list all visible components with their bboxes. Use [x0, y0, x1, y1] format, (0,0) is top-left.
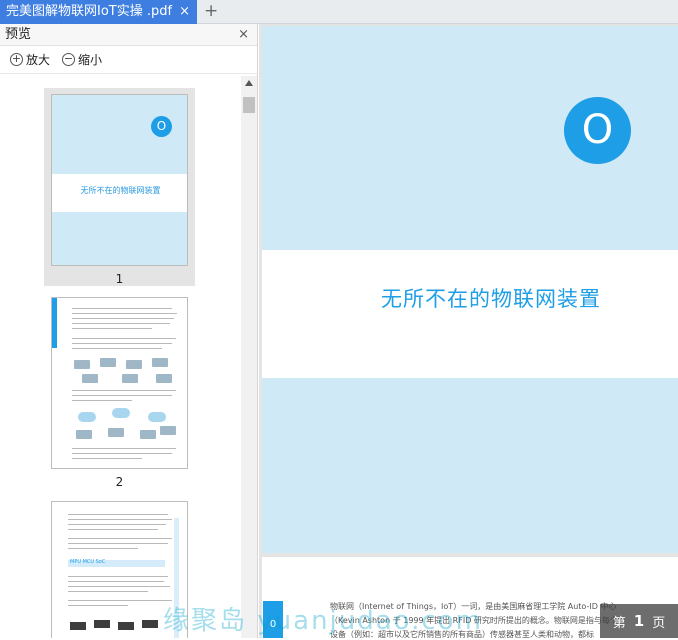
text-line	[68, 605, 128, 606]
text-line	[68, 543, 168, 544]
thumbnail-page-2-number: 2	[115, 475, 124, 489]
text-line	[68, 524, 166, 525]
cloud-illustration	[148, 412, 166, 422]
chip-illustration	[70, 622, 86, 630]
text-line	[72, 348, 162, 349]
text-line	[72, 313, 177, 314]
cloud-illustration	[78, 412, 96, 422]
scroll-up-icon[interactable]	[245, 80, 253, 86]
thumbnail-list: O 无所不在的物联网装置 1 2 MPU MCU SoC	[0, 76, 240, 638]
document-tab[interactable]: 完美图解物联网IoT实操 .pdf ×	[0, 0, 197, 24]
device-illustration	[100, 358, 116, 367]
text-line	[72, 390, 176, 391]
device-illustration	[82, 374, 98, 383]
close-tab-icon[interactable]: ×	[179, 0, 190, 24]
section-heading-label: MPU MCU SoC	[70, 559, 106, 565]
chip-illustration	[118, 622, 134, 630]
page2-side-strip	[52, 298, 57, 348]
device-illustration	[74, 360, 90, 369]
text-line	[72, 338, 176, 339]
zoom-in-label: 放大	[26, 53, 51, 67]
device-illustration	[76, 430, 92, 439]
document-tab-title: 完美图解物联网IoT实操 .pdf	[6, 4, 173, 19]
text-line	[72, 400, 132, 401]
device-illustration	[152, 358, 168, 367]
sidebar-header: 预览 ×	[0, 24, 257, 46]
text-line	[68, 576, 168, 577]
watermark: 缘聚岛 yuanjudao.com	[163, 606, 483, 636]
device-illustration	[156, 374, 172, 383]
text-line	[72, 395, 172, 396]
text-line	[68, 586, 170, 587]
text-line	[68, 514, 168, 515]
close-sidebar-icon[interactable]: ×	[238, 24, 249, 46]
new-tab-icon[interactable]: +	[204, 0, 218, 22]
thumbnail-page-2[interactable]	[51, 297, 188, 469]
zoom-in-button[interactable]: + 放大	[10, 51, 50, 68]
device-illustration	[140, 430, 156, 439]
text-line	[68, 591, 148, 592]
page1-thumbnail-title: 无所不在的物联网装置	[80, 186, 161, 195]
device-illustration	[126, 360, 142, 369]
zoom-out-icon: −	[62, 52, 76, 66]
document-view[interactable]: O 无所不在的物联网装置 物联网（Internet of Things，IoT）…	[259, 24, 678, 639]
page-indicator: 第 1 页	[600, 604, 678, 638]
text-line	[72, 453, 172, 454]
text-line	[72, 308, 172, 309]
page1-badge-icon: O	[151, 116, 172, 137]
thumbnail-scrollbar[interactable]	[241, 76, 257, 638]
text-line	[68, 581, 164, 582]
chip-illustration	[94, 620, 110, 628]
page-indicator-suffix: 页	[652, 615, 666, 631]
page-indicator-prefix: 第	[612, 615, 626, 631]
text-line	[72, 448, 176, 449]
tab-bar: 完美图解物联网IoT实操 .pdf × +	[0, 0, 678, 24]
scrollbar-thumb[interactable]	[243, 97, 255, 113]
cloud-illustration	[112, 408, 130, 418]
text-line	[72, 323, 170, 324]
zoom-toolbar: + 放大 − 缩小	[0, 46, 257, 74]
chapter-title: 无所不在的物联网装置	[381, 287, 601, 311]
document-page-1: O 无所不在的物联网装置	[262, 26, 678, 553]
text-line	[68, 538, 172, 539]
thumbnail-page-1-number: 1	[115, 272, 124, 286]
text-line	[72, 318, 174, 319]
text-line	[68, 600, 172, 601]
text-line	[72, 458, 142, 459]
title-band	[262, 250, 678, 378]
text-line	[68, 519, 172, 520]
device-illustration	[160, 426, 176, 435]
preview-sidebar: 预览 × + 放大 − 缩小 O 无所不在的物联网装置 1 2 MPU MCU …	[0, 24, 258, 638]
device-illustration	[122, 374, 138, 383]
text-line	[68, 529, 158, 530]
device-illustration	[108, 428, 124, 437]
zoom-out-button[interactable]: − 缩小	[62, 51, 102, 68]
text-line	[72, 343, 172, 344]
zoom-out-label: 缩小	[78, 53, 103, 67]
text-line	[68, 548, 138, 549]
page-badge-icon: O	[564, 97, 631, 164]
zoom-in-icon: +	[10, 52, 23, 66]
thumbnail-page-1[interactable]: O 无所不在的物联网装置	[51, 94, 188, 266]
text-line	[72, 328, 152, 329]
current-page-number: 1	[633, 612, 645, 630]
chip-illustration	[142, 620, 158, 628]
sidebar-title: 预览	[5, 27, 32, 42]
